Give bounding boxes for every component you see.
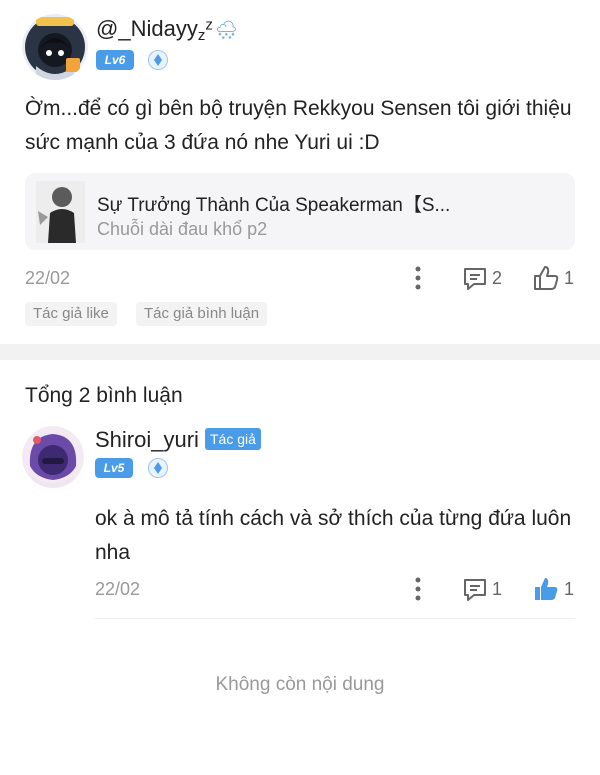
post-like-count: 1	[564, 268, 575, 288]
comment-reply-count: 1	[492, 579, 503, 599]
medal-icon	[148, 50, 168, 70]
post-username-row[interactable]: @_Nidayyzz 🌨	[96, 16, 238, 46]
no-more-content-label: Không còn nội dung	[215, 674, 385, 695]
comment-liked-icon[interactable]	[532, 575, 560, 603]
card-thumbnail	[36, 181, 85, 243]
like-icon[interactable]	[532, 264, 560, 292]
username-suffix-sup: z	[205, 16, 213, 34]
card-title: Sự Trưởng Thành Của Speakerman【S...	[97, 195, 451, 216]
post-comment-count: 2	[492, 268, 503, 288]
post-date: 22/02	[25, 268, 71, 288]
weather-icon: 🌨	[214, 20, 238, 40]
tag-author-comment: Tác giả bình luận	[136, 302, 268, 326]
card-subtitle: Chuỗi dài đau khổ p2	[97, 219, 268, 239]
section-divider	[0, 344, 600, 360]
author-badge: Tác giả	[205, 428, 261, 450]
comment-more-options-icon[interactable]	[410, 577, 426, 601]
comment-reply-icon[interactable]	[462, 576, 488, 602]
post-text-line-1: Ờm...để có gì bên bộ truyện Rekkyou Sens…	[25, 97, 572, 120]
comment-text-line-2: nha	[95, 541, 131, 564]
comment-date: 22/02	[95, 579, 141, 599]
linked-story-card[interactable]: Sự Trưởng Thành Của Speakerman【S... Chuỗ…	[25, 173, 575, 250]
comment-icon[interactable]	[462, 265, 488, 291]
comment-bottom-divider	[95, 618, 575, 619]
comment-avatar[interactable]	[22, 426, 84, 488]
tag-author-like: Tác giả like	[25, 302, 117, 326]
comment-text-line-1: ok à mô tả tính cách và sở thích của từn…	[95, 507, 572, 530]
comment-medal-icon	[148, 458, 168, 478]
level-badge: Lv6	[96, 50, 134, 70]
more-options-icon[interactable]	[410, 266, 426, 290]
comments-total-label: Tổng 2 bình luận	[25, 384, 183, 407]
post-avatar[interactable]	[22, 14, 88, 80]
post-username[interactable]: @_Nidayy	[96, 16, 198, 41]
comment-like-count: 1	[564, 579, 575, 599]
comment-username[interactable]: Shiroi_yuri	[95, 427, 199, 453]
post-text-line-2: sức mạnh của 3 đứa nó nhe Yuri ui :D	[25, 131, 380, 154]
comment-level-badge: Lv5	[95, 458, 133, 478]
